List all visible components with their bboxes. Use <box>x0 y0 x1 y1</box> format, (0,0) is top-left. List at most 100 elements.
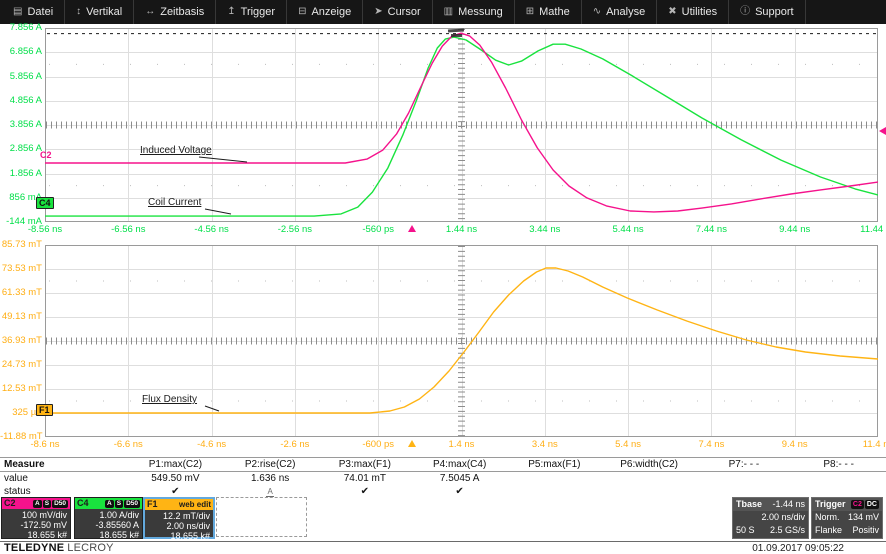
analysis-icon: ∿ <box>592 6 602 17</box>
datetime: 01.09.2017 09:05:22 <box>752 542 844 554</box>
x-axis-label: 11.44 ns <box>860 224 886 235</box>
y-axis-label: 6.856 A <box>9 46 42 58</box>
y-axis-label: 36.93 mT <box>1 335 42 346</box>
measure-param-header[interactable]: P8:- - - <box>791 458 886 471</box>
x-axis-label: 5.4 ns <box>615 439 642 450</box>
vertical-icon: ↕ <box>76 6 82 17</box>
trace-callout: Flux Density <box>142 394 198 405</box>
trigger-time-marker[interactable] <box>408 225 416 232</box>
acquisition-badge-a: A <box>105 499 114 508</box>
menu-item-support[interactable]: ⓘ Support <box>729 0 806 24</box>
measure-param-header[interactable]: P3:max(F1) <box>318 458 413 471</box>
x-axis-label: 5.44 ns <box>612 224 644 235</box>
channel-setting: 12.2 mT/div <box>162 511 210 521</box>
trigger-mode: Norm. <box>815 512 840 522</box>
menu-bar: ▤ Datei ↕ Vertikal ↔ Zeitbasis ↥ Trigger ⊟ Anzeig… <box>0 0 886 24</box>
trigger-icon: ↥ <box>227 6 236 17</box>
trigger-coupling-badge: DC <box>864 500 879 509</box>
menu-item-anzeige[interactable]: ⊟ Anzeige <box>287 0 364 24</box>
y-axis-label: 3.856 A <box>9 119 42 130</box>
channel-descriptor-header: C2 A S D50 <box>2 498 70 509</box>
channel-setting: -3.85560 A <box>95 520 139 531</box>
x-axis-label: -6.6 ns <box>113 439 143 450</box>
measure-value <box>697 472 792 485</box>
measure-param-header[interactable]: P5:max(F1) <box>507 458 602 471</box>
status-check-icon: ✔ <box>360 486 370 497</box>
measure-param-header[interactable]: P6:width(C2) <box>602 458 697 471</box>
trigger-descriptor[interactable]: Trigger C2 DC Norm. 134 mV Flanke Positi… <box>811 497 883 539</box>
channel-setting: 1.00 A/div <box>99 510 139 520</box>
math-icon: ⊞ <box>525 6 535 17</box>
channel-setting: 100 mV/div <box>21 510 67 520</box>
channel-name: C4 <box>77 498 89 508</box>
trigger-level-marker[interactable] <box>879 127 886 135</box>
menu-item-analyse[interactable]: ∿ Analyse <box>582 0 658 24</box>
x-axis-label: 3.44 ns <box>529 224 561 235</box>
x-axis-label: -600 ps <box>362 439 395 450</box>
menu-item-mathe[interactable]: ⊞ Mathe <box>515 0 582 24</box>
x-axis-label: 1.4 ns <box>448 439 475 450</box>
measure-param-header[interactable]: P2:rise(C2) <box>223 458 318 471</box>
channel-descriptor-header: C4 A S D50 <box>75 498 142 509</box>
brand-primary: TELEDYNE <box>4 542 65 554</box>
support-icon: ⓘ <box>740 6 751 17</box>
trace-callout: Coil Current <box>148 197 202 208</box>
empty-trace-slot[interactable] <box>216 497 307 537</box>
y-axis-label: 5.856 A <box>9 70 42 82</box>
channel-descriptor-c2[interactable]: C2 A S D50 100 mV/div -172.50 mV 18.655 k# <box>1 497 71 541</box>
timebase-offset: -1.44 ns <box>772 499 805 509</box>
y-axis-label: 1.856 A <box>9 167 42 179</box>
y-axis-label: 61.33 mT <box>1 287 42 298</box>
acquisition-badge-s: S <box>114 499 124 508</box>
channel-descriptor-header: F1 web edit <box>145 499 213 510</box>
timebase-icon: ↔ <box>145 6 156 17</box>
acquisition-badge-d50: D50 <box>52 499 68 508</box>
x-axis-label: 11.4 ns <box>862 439 886 450</box>
y-axis-label: 49.13 mT <box>1 311 42 322</box>
measure-param-header[interactable]: P7:- - - <box>697 458 792 471</box>
brand-secondary: LECROY <box>67 542 114 554</box>
measure-value <box>791 472 886 485</box>
menu-item-utilities[interactable]: ✖ Utilities <box>657 0 730 24</box>
measure-value <box>507 472 602 485</box>
measure-row: value 549.50 mV 1.636 ns 74.01 mT 7.5045 A <box>0 472 886 485</box>
trigger-time-marker[interactable] <box>408 440 416 447</box>
measure-status <box>602 485 697 498</box>
x-axis-label: -4.6 ns <box>197 439 227 450</box>
channel-note: web edit <box>178 500 211 509</box>
menu-item-messung[interactable]: ▥ Messung <box>433 0 515 24</box>
channel-descriptor-body: 100 mV/div -172.50 mV 18.655 k# <box>2 509 70 541</box>
menu-item-vertikal[interactable]: ↕ Vertikal <box>65 0 135 24</box>
channel-badge-c4: C4 <box>36 197 54 209</box>
measure-param-header[interactable]: P4:max(C4) <box>412 458 507 471</box>
menu-item-label: Anzeige <box>311 6 352 18</box>
channel-descriptor-c4[interactable]: C4 A S D50 1.00 A/div -3.85560 A 18.655 k# <box>74 497 143 540</box>
measure-value: 1.636 ns <box>250 473 290 484</box>
menu-item-label: Utilities <box>681 6 718 18</box>
menu-item-datei[interactable]: ▤ Datei <box>2 0 66 24</box>
acquisition-badge-a: A <box>33 499 42 508</box>
menu-item-label: Messung <box>458 6 503 18</box>
menu-item-cursor[interactable]: ➤ Cursor <box>363 0 433 24</box>
measure-value: 7.5045 A <box>439 473 480 484</box>
trigger-slope-label: Flanke <box>815 525 843 535</box>
status-check-icon: ✔ <box>171 486 180 497</box>
timebase-descriptor[interactable]: Tbase -1.44 ns 2.00 ns/div 50 S 2.5 GS/s <box>732 497 809 539</box>
x-axis-label: 3.4 ns <box>531 439 558 450</box>
y-axis-label: 4.856 A <box>9 94 42 106</box>
menu-item-label: Support <box>755 6 794 18</box>
x-axis-label: -560 ps <box>362 224 395 235</box>
x-axis-label: 7.4 ns <box>698 439 725 450</box>
menu-item-label: Vertikal <box>86 6 123 18</box>
channel-descriptor-f1[interactable]: F1 web edit 12.2 mT/div 2.00 ns/div 18.655 k… <box>143 497 215 542</box>
menu-item-label: Analyse <box>606 6 646 18</box>
acquisition-badge-d50: D50 <box>124 499 140 508</box>
measure-status: ✔ <box>412 485 507 498</box>
channel-descriptor-body: 12.2 mT/div 2.00 ns/div 18.655 k# <box>145 510 213 542</box>
trigger-slope: Positiv <box>852 525 879 535</box>
menu-item-trigger[interactable]: ↥ Trigger <box>216 0 288 24</box>
measure-param-header[interactable]: P1:max(C2) <box>128 458 223 471</box>
bottom-graph <box>45 245 878 437</box>
menu-item-zeitbasis[interactable]: ↔ Zeitbasis <box>134 0 217 24</box>
x-axis-label: 7.44 ns <box>695 224 727 235</box>
